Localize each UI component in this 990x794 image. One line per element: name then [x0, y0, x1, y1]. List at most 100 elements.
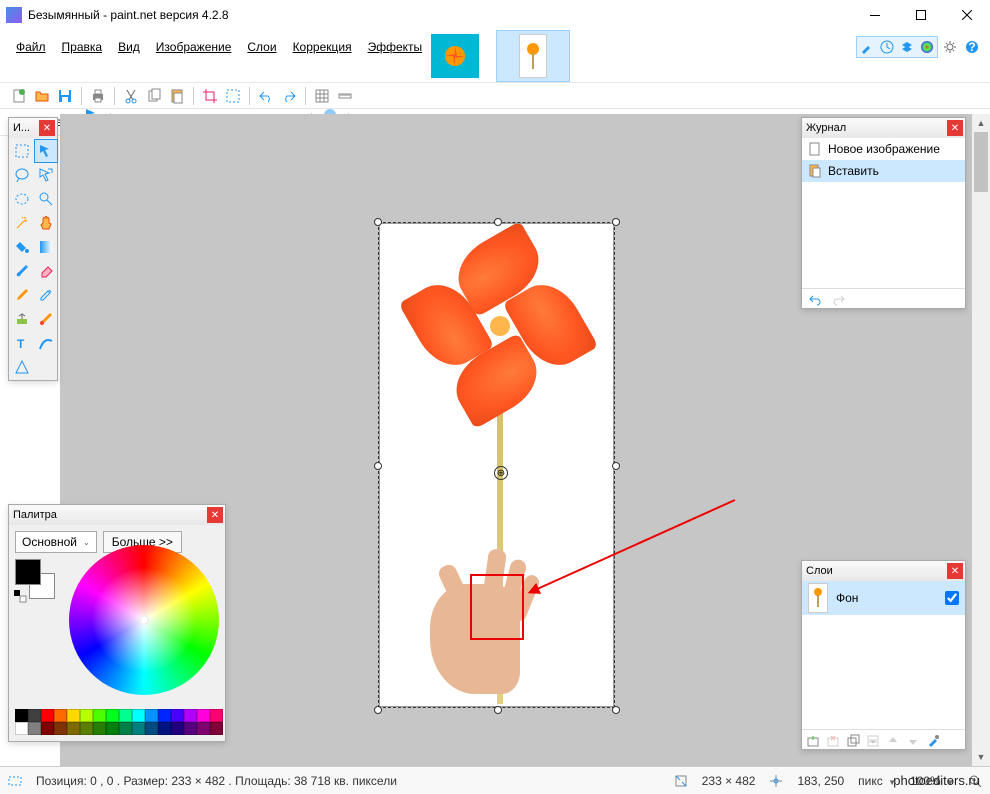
svg-text:?: ? — [968, 40, 975, 54]
redo-icon[interactable] — [278, 85, 300, 107]
history-panel-title[interactable]: Журнал — [802, 118, 965, 138]
color-swatches — [15, 559, 61, 599]
deselect-icon[interactable] — [222, 85, 244, 107]
history-item[interactable]: Новое изображение — [802, 138, 965, 160]
cut-icon[interactable] — [120, 85, 142, 107]
help-icon[interactable]: ? — [962, 37, 982, 57]
history-panel-close[interactable]: ✕ — [947, 120, 963, 136]
menu-edit[interactable]: Правка — [54, 36, 111, 58]
annotation-box — [470, 574, 524, 640]
maximize-button[interactable] — [898, 0, 944, 30]
canvas-size-icon — [674, 774, 688, 788]
statusbar: Позиция: 0 , 0 . Размер: 233 × 482 . Пло… — [0, 766, 990, 794]
tool-move-selection[interactable] — [34, 139, 58, 163]
tool-pan[interactable] — [34, 211, 58, 235]
duplicate-layer-icon[interactable] — [846, 734, 860, 748]
undo-icon[interactable] — [808, 293, 822, 307]
tools-panel-close[interactable]: ✕ — [39, 120, 55, 136]
close-button[interactable] — [944, 0, 990, 30]
undo-icon[interactable] — [255, 85, 277, 107]
doc-thumb-2[interactable] — [496, 30, 570, 82]
history-item[interactable]: Вставить — [802, 160, 965, 182]
settings-icon[interactable] — [940, 37, 960, 57]
tool-wand[interactable] — [10, 211, 34, 235]
document-thumbnails — [418, 30, 570, 82]
tool-pencil[interactable] — [10, 283, 34, 307]
delete-layer-icon[interactable] — [826, 734, 840, 748]
menu-view[interactable]: Вид — [110, 36, 148, 58]
palette-panel-title[interactable]: Палитра — [9, 505, 225, 525]
tool-zoom[interactable] — [34, 187, 58, 211]
layer-thumb — [808, 583, 828, 613]
menu-adjustments[interactable]: Коррекция — [285, 36, 360, 58]
layer-row[interactable]: Фон — [802, 581, 965, 615]
toggle-tools-icon[interactable] — [857, 37, 877, 57]
merge-down-icon[interactable] — [866, 734, 880, 748]
move-up-icon[interactable] — [886, 734, 900, 748]
tool-text[interactable]: T — [10, 331, 34, 355]
open-icon[interactable] — [31, 85, 53, 107]
tool-line[interactable] — [34, 331, 58, 355]
tool-gradient[interactable] — [34, 235, 58, 259]
status-cursor: 183, 250 — [797, 774, 844, 788]
layer-visible-checkbox[interactable] — [945, 591, 959, 605]
tool-clone[interactable] — [10, 307, 34, 331]
layer-name: Фон — [836, 591, 937, 605]
color-mode-dropdown[interactable]: Основной⌄ — [15, 531, 97, 553]
layers-panel-title[interactable]: Слои — [802, 561, 965, 581]
color-wheel[interactable] — [69, 545, 219, 695]
tool-rect-select[interactable] — [10, 139, 34, 163]
move-down-icon[interactable] — [906, 734, 920, 748]
tool-fill[interactable] — [10, 235, 34, 259]
tool-eyedropper[interactable] — [34, 283, 58, 307]
save-icon[interactable] — [54, 85, 76, 107]
panel-toggle-buttons: ? — [856, 36, 982, 58]
toggle-colors-icon[interactable] — [917, 37, 937, 57]
standard-toolbar — [0, 82, 990, 108]
reset-colors-icon[interactable] — [13, 589, 27, 603]
cursor-pos-icon — [769, 774, 783, 788]
tool-lasso[interactable] — [10, 163, 34, 187]
tool-move-pixels[interactable] — [34, 163, 58, 187]
menu-layers[interactable]: Слои — [239, 36, 284, 58]
print-icon[interactable] — [87, 85, 109, 107]
paste-icon — [808, 164, 822, 178]
add-layer-icon[interactable] — [806, 734, 820, 748]
minimize-button[interactable] — [852, 0, 898, 30]
new-icon[interactable] — [8, 85, 30, 107]
menu-file[interactable]: Файл — [8, 36, 54, 58]
paste-icon[interactable] — [166, 85, 188, 107]
palette-strip[interactable] — [15, 709, 219, 735]
tool-eraser[interactable] — [34, 259, 58, 283]
copy-icon[interactable] — [143, 85, 165, 107]
status-dims: 233 × 482 — [702, 774, 756, 788]
app-icon — [6, 7, 22, 23]
units-dropdown[interactable]: пикс ▼ — [858, 774, 896, 788]
redo-icon[interactable] — [832, 293, 846, 307]
toggle-history-icon[interactable] — [877, 37, 897, 57]
palette-panel-close[interactable]: ✕ — [207, 507, 223, 523]
vertical-scrollbar[interactable]: ▲ ▼ — [972, 114, 990, 766]
geometry-icon — [8, 774, 22, 788]
status-geometry: Позиция: 0 , 0 . Размер: 233 × 482 . Пло… — [36, 774, 397, 788]
crop-icon[interactable] — [199, 85, 221, 107]
grid-icon[interactable] — [311, 85, 333, 107]
toggle-layers-icon[interactable] — [897, 37, 917, 57]
annotation-arrow — [525, 490, 745, 600]
selection-pivot[interactable]: ⊕ — [494, 466, 508, 480]
tool-brush[interactable] — [10, 259, 34, 283]
tool-shapes[interactable] — [10, 355, 34, 379]
layer-properties-icon[interactable] — [926, 734, 940, 748]
primary-color[interactable] — [15, 559, 41, 585]
layers-panel-close[interactable]: ✕ — [947, 563, 963, 579]
ruler-icon[interactable] — [334, 85, 356, 107]
menu-image[interactable]: Изображение — [148, 36, 240, 58]
titlebar: Безымянный - paint.net версия 4.2.8 — [0, 0, 990, 30]
watermark: photoeditors.ru — [893, 773, 980, 788]
new-image-icon — [808, 142, 822, 156]
tool-ellipse-select[interactable] — [10, 187, 34, 211]
history-panel: Журнал ✕ Новое изображение Вставить — [801, 117, 966, 309]
svg-text:T: T — [17, 337, 25, 351]
doc-thumb-1[interactable] — [418, 30, 492, 82]
tool-recolor[interactable] — [34, 307, 58, 331]
